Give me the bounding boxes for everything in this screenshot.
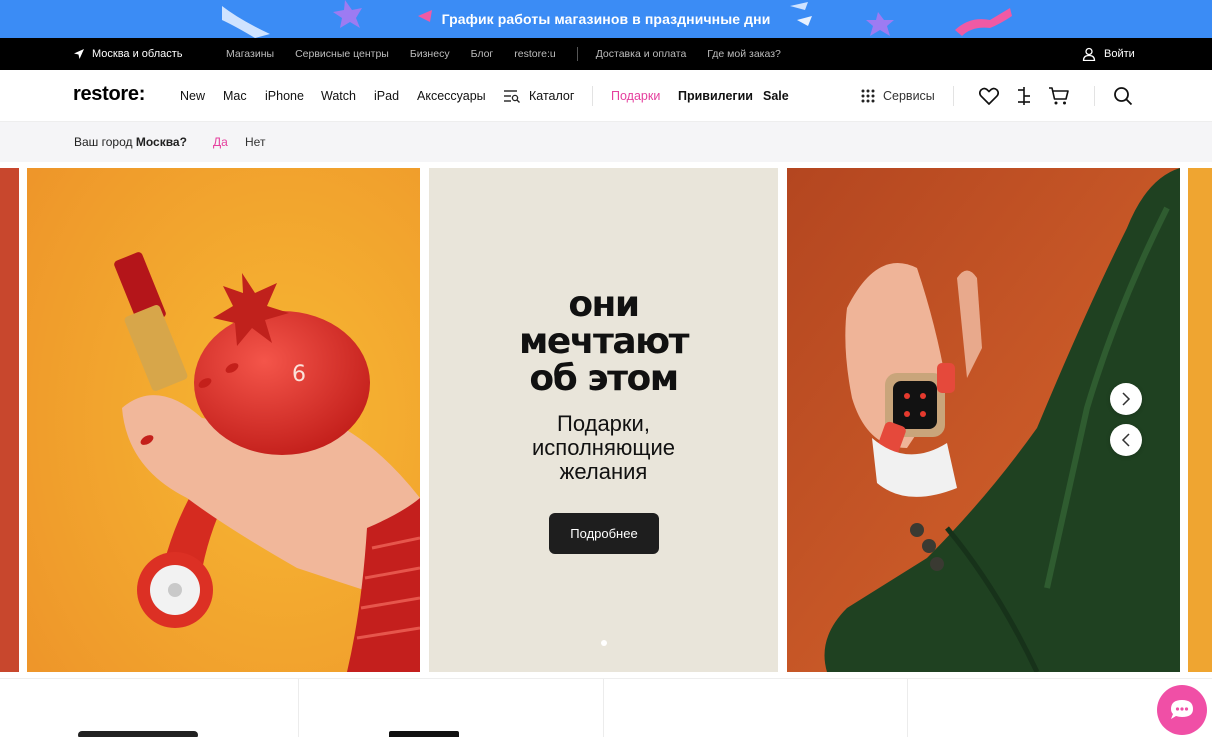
compare-icon: [1018, 87, 1030, 105]
search-button[interactable]: [1111, 84, 1135, 108]
link-stores[interactable]: Магазины: [226, 48, 274, 60]
category-card[interactable]: [0, 679, 299, 739]
nav-gifts[interactable]: Подарки: [611, 70, 660, 122]
link-service-centers[interactable]: Сервисные центры: [295, 48, 389, 60]
location-arrow-icon: [74, 49, 84, 59]
link-delivery[interactable]: Доставка и оплата: [596, 48, 687, 60]
chat-button[interactable]: [1157, 685, 1207, 735]
hero-headline-line-1: они: [568, 284, 640, 325]
promo-text[interactable]: График работы магазинов в праздничные дн…: [0, 0, 1212, 38]
nav-services[interactable]: Сервисы: [861, 70, 935, 122]
main-nav: restore: New Mac iPhone Watch iPad Аксес…: [0, 70, 1212, 122]
hero-subline-line-3: желания: [559, 459, 648, 484]
hero-headline-line-2: мечтают: [518, 321, 690, 362]
nav-sale[interactable]: Sale: [763, 70, 789, 122]
logo[interactable]: restore:: [73, 83, 145, 106]
favorites-button[interactable]: [977, 84, 1001, 108]
link-order-status[interactable]: Где мой заказ?: [707, 48, 781, 60]
cart-button[interactable]: [1047, 84, 1071, 108]
location-label: Москва и область: [92, 48, 183, 60]
divider: [576, 47, 578, 61]
watch-product-image: [787, 168, 1180, 672]
beats-logo: 6: [292, 362, 306, 387]
category-thumbnail: [78, 731, 198, 739]
carousel-slide-gifts[interactable]: они мечтают об этом Подарки, исполняющие…: [429, 168, 778, 672]
divider: [1094, 86, 1095, 106]
carousel-next-button[interactable]: [1110, 383, 1142, 415]
carousel-slide-prev[interactable]: [0, 168, 19, 672]
top-bar: Москва и область Магазины Сервисные цент…: [0, 38, 1212, 70]
category-card[interactable]: [604, 679, 908, 737]
link-blog[interactable]: Блог: [471, 48, 494, 60]
carousel-slide-beats[interactable]: 6: [27, 168, 420, 672]
login-label: Войти: [1104, 48, 1135, 60]
catalog-icon: [504, 90, 520, 103]
login-button[interactable]: Войти: [1082, 38, 1135, 70]
beats-product-image: 6: [27, 168, 420, 672]
location-selector[interactable]: Москва и область: [74, 38, 183, 70]
hero-carousel: 6 они мечтают об этом Подарки, исполняющ…: [0, 162, 1212, 678]
search-icon: [1114, 87, 1133, 106]
nav-privileges[interactable]: Привилегии: [678, 70, 753, 122]
hero-subline-line-1: Подарки,: [557, 411, 650, 436]
link-business[interactable]: Бизнесу: [410, 48, 450, 60]
catalog-label: Каталог: [529, 89, 575, 103]
category-card[interactable]: [299, 679, 604, 739]
divider: [592, 86, 593, 106]
hero-headline: они мечтают об этом: [429, 286, 778, 397]
services-label: Сервисы: [883, 89, 935, 103]
carousel-slide-next[interactable]: [1188, 168, 1212, 672]
cart-icon: [1049, 87, 1069, 105]
carousel-prev-button[interactable]: [1110, 424, 1142, 456]
hero-subline: Подарки, исполняющие желания: [429, 412, 778, 484]
grid-icon: [861, 89, 875, 103]
divider: [953, 86, 954, 106]
nav-accessories[interactable]: Аксессуары: [417, 70, 486, 122]
chat-icon: [1171, 700, 1193, 719]
chevron-right-icon: [1122, 392, 1131, 406]
nav-mac[interactable]: Mac: [223, 70, 247, 122]
user-icon: [1082, 47, 1096, 61]
city-confirm-bar: Ваш город Москва? Да Нет: [0, 122, 1212, 162]
nav-watch[interactable]: Watch: [321, 70, 356, 122]
carousel-dot[interactable]: [601, 640, 607, 646]
city-question: Ваш город Москва?: [74, 122, 187, 162]
compare-button[interactable]: [1012, 84, 1036, 108]
city-yes-button[interactable]: Да: [213, 122, 228, 162]
nav-ipad[interactable]: iPad: [374, 70, 399, 122]
chevron-left-icon: [1121, 433, 1130, 447]
nav-catalog[interactable]: Каталог: [503, 70, 574, 122]
nav-iphone[interactable]: iPhone: [265, 70, 304, 122]
top-links: Магазины Сервисные центры Бизнесу Блог r…: [226, 38, 802, 70]
link-restore-u[interactable]: restore:u: [514, 48, 555, 60]
category-strip: [0, 678, 1212, 739]
city-name: Москва?: [135, 135, 187, 149]
more-button[interactable]: Подробнее: [549, 513, 659, 554]
heart-icon: [979, 87, 999, 105]
city-question-text: Ваш город: [74, 135, 133, 149]
hero-headline-line-3: об этом: [529, 358, 679, 399]
city-no-button[interactable]: Нет: [245, 122, 265, 162]
promo-banner[interactable]: График работы магазинов в праздничные дн…: [0, 0, 1212, 38]
category-thumbnail: [389, 731, 459, 739]
hero-subline-line-2: исполняющие: [532, 435, 675, 460]
nav-new[interactable]: New: [180, 70, 205, 122]
carousel-slide-watch[interactable]: [787, 168, 1180, 672]
